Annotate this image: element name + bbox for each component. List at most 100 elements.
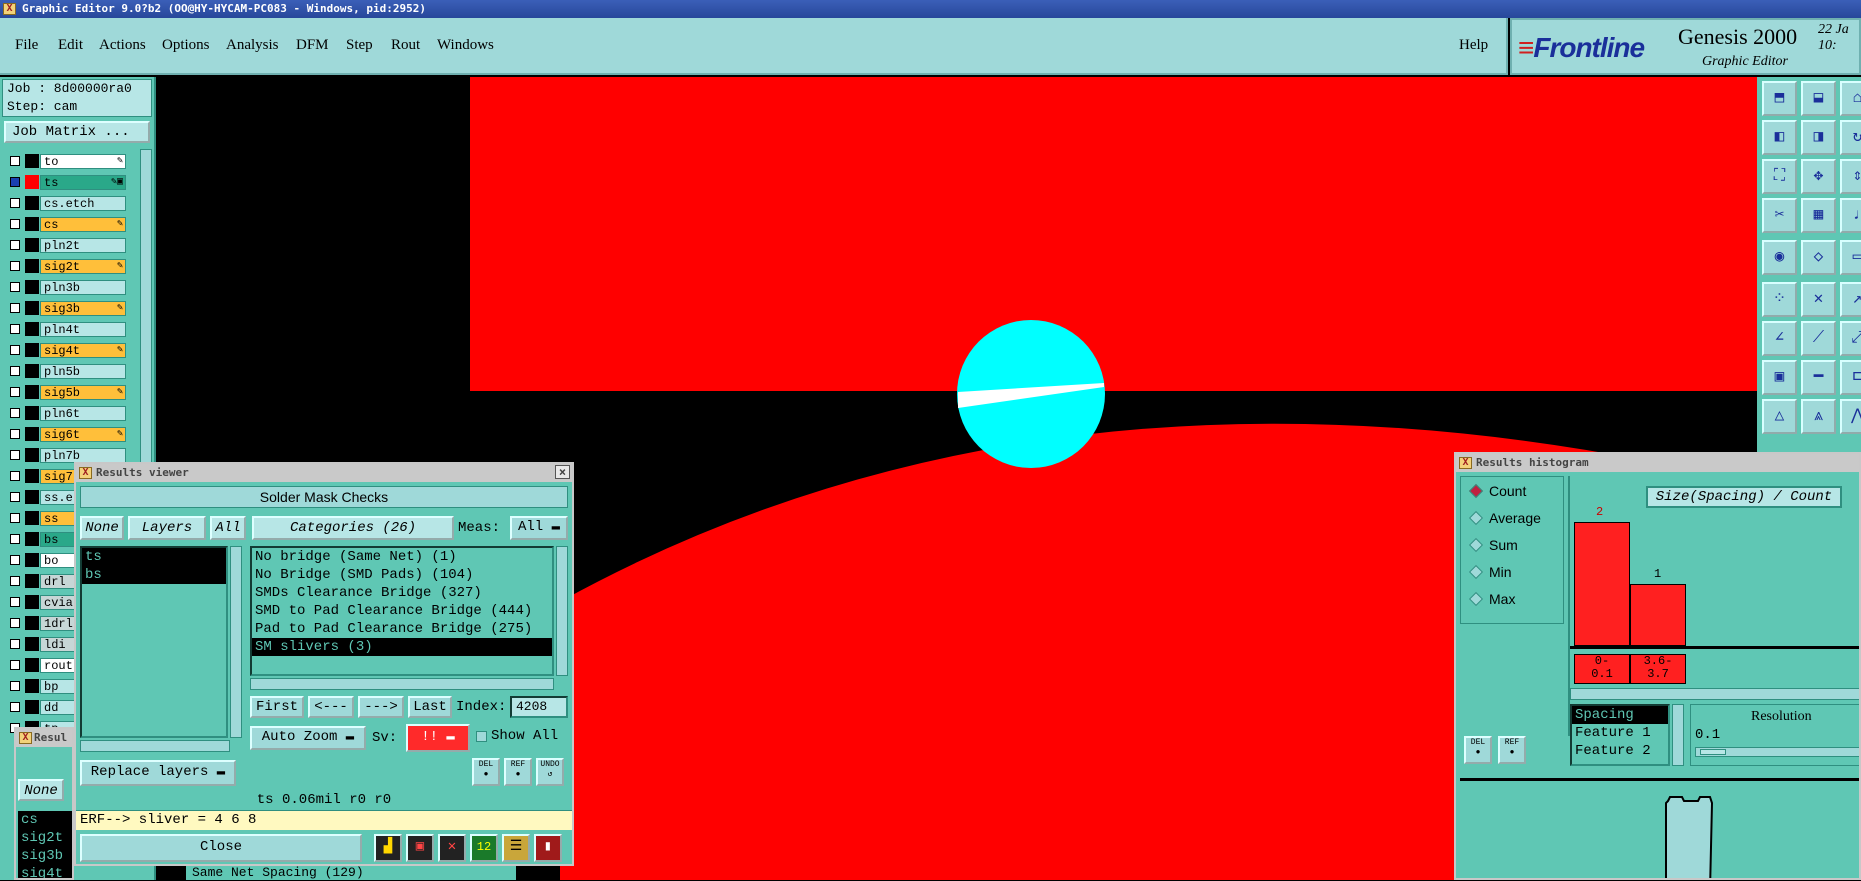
first-button[interactable]: First: [250, 696, 304, 718]
resolution-slider[interactable]: [1695, 747, 1859, 757]
tool-icon-27[interactable]: ⋀: [1840, 399, 1861, 434]
small-results-list: cs sig2t sig3b sig4t: [18, 811, 72, 878]
small-results-window: X Resul None cs sig2t sig3b sig4t: [14, 727, 74, 880]
categories-button[interactable]: Categories (26): [252, 516, 454, 540]
histogram-field-list: Spacing Feature 1 Feature 2: [1570, 704, 1670, 766]
close-button[interactable]: Close: [80, 834, 362, 862]
tool-icon-18[interactable]: ↗: [1840, 282, 1861, 317]
numbered-icon[interactable]: 12: [470, 834, 498, 862]
close-icon[interactable]: ×: [555, 465, 570, 479]
mode-average-radio[interactable]: Average: [1468, 510, 1541, 526]
meas-label: Meas:: [458, 520, 501, 536]
tool-icon-25[interactable]: △: [1762, 399, 1797, 434]
tool-icon-10[interactable]: ✂: [1762, 198, 1797, 233]
tool-icon-22[interactable]: ▣: [1762, 360, 1797, 395]
histogram-chart: Size(Spacing) / Count 2 1 0- 0.1 3.6- 3.7: [1568, 476, 1859, 736]
clear-icon[interactable]: ✕: [438, 834, 466, 862]
replace-layers-dropdown[interactable]: Replace layers ▬: [80, 760, 236, 786]
tool-icon-3[interactable]: ⌂: [1840, 81, 1861, 116]
feature-preview: [1460, 778, 1859, 878]
mode-min-radio[interactable]: Min: [1468, 564, 1512, 580]
tool-icon-5[interactable]: ◨: [1801, 120, 1836, 155]
undo-icon[interactable]: UNDO ↺: [536, 758, 564, 786]
auto-zoom-dropdown[interactable]: Auto Zoom ▬: [250, 726, 366, 750]
tool-icon-2[interactable]: ⬓: [1801, 81, 1836, 116]
category-list: No bridge (Same Net) (1) No Bridge (SMD P…: [250, 546, 554, 676]
tool-icon-20[interactable]: ⟋: [1801, 321, 1836, 356]
window-icon[interactable]: X: [1459, 457, 1472, 469]
check-set-heading: Solder Mask Checks: [80, 486, 568, 508]
list-item[interactable]: Spacing: [1572, 706, 1668, 724]
mode-sum-radio[interactable]: Sum: [1468, 537, 1518, 553]
grid-icon[interactable]: ▦: [1801, 198, 1836, 233]
histogram-bar[interactable]: [1630, 584, 1686, 646]
chart-hscrollbar[interactable]: [1570, 688, 1859, 700]
tool-icon-12[interactable]: ♩: [1840, 198, 1861, 233]
list-item[interactable]: sig3b: [18, 847, 72, 865]
tool-icon-16[interactable]: ⁘: [1762, 282, 1797, 317]
category-list-scrollbar[interactable]: [556, 546, 568, 676]
index-input[interactable]: 4208: [510, 696, 568, 718]
tool-icon-19[interactable]: ∠: [1762, 321, 1797, 356]
tool-icon-4[interactable]: ◧: [1762, 120, 1797, 155]
mode-max-radio[interactable]: Max: [1468, 591, 1515, 607]
layer-list-hscrollbar[interactable]: [80, 740, 230, 752]
refresh-icon[interactable]: REF ●: [504, 758, 532, 786]
next-button[interactable]: --->: [358, 696, 404, 718]
none-button[interactable]: None: [80, 516, 124, 540]
tool-icon-14[interactable]: ◇: [1801, 240, 1836, 275]
tool-icon-26[interactable]: ⩓: [1801, 399, 1836, 434]
list-item[interactable]: ts: [82, 548, 226, 566]
list-item[interactable]: cs: [18, 811, 72, 829]
layers-button[interactable]: Layers: [128, 516, 206, 540]
window-icon[interactable]: X: [19, 732, 32, 744]
window-icon[interactable]: X: [79, 467, 92, 479]
notes-icon[interactable]: ☰: [502, 834, 530, 862]
tool-icon-6[interactable]: ↻: [1840, 120, 1861, 155]
category-item[interactable]: SMD to Pad Clearance Bridge (444): [252, 602, 552, 620]
tool-icon-15[interactable]: ▭: [1840, 240, 1861, 275]
delete-icon[interactable]: DEL ●: [472, 758, 500, 786]
histogram-title-bar: X Results histogram: [1456, 454, 1859, 472]
field-list-scrollbar[interactable]: [1672, 704, 1684, 766]
small-none-button[interactable]: None: [18, 779, 64, 801]
tool-icon-21[interactable]: ⤢: [1840, 321, 1861, 356]
category-item[interactable]: No bridge (Same Net) (1): [252, 548, 552, 566]
list-item[interactable]: Feature 2: [1572, 742, 1668, 760]
tool-icon-7[interactable]: ⛶: [1762, 159, 1797, 194]
report-icon[interactable]: ▣: [406, 834, 434, 862]
tool-icon-23[interactable]: ━: [1801, 360, 1836, 395]
meas-dropdown[interactable]: All ▬: [510, 516, 568, 540]
severity-dropdown[interactable]: !! ▬: [406, 724, 470, 752]
list-item[interactable]: sig4t: [18, 865, 72, 878]
tool-icon-24[interactable]: ⊏: [1840, 360, 1861, 395]
background-category-item: Same Net Spacing (129): [186, 864, 516, 880]
chart-baseline: [1570, 646, 1859, 649]
list-item[interactable]: sig2t: [18, 829, 72, 847]
category-item[interactable]: SMDs Clearance Bridge (327): [252, 584, 552, 602]
tool-icon-9[interactable]: ⇕: [1840, 159, 1861, 194]
category-item[interactable]: No Bridge (SMD Pads) (104): [252, 566, 552, 584]
delete-icon[interactable]: DEL ●: [1464, 736, 1492, 764]
tool-icon-13[interactable]: ◉: [1762, 240, 1797, 275]
histogram-bar[interactable]: [1574, 522, 1630, 646]
highlight-icon[interactable]: ▟: [374, 834, 402, 862]
prev-button[interactable]: <---: [308, 696, 354, 718]
layer-results-list: ts bs: [80, 546, 228, 738]
last-button[interactable]: Last: [408, 696, 452, 718]
mode-count-radio[interactable]: Count: [1468, 483, 1526, 499]
category-item[interactable]: SM slivers (3): [252, 638, 552, 656]
resolution-slider-handle[interactable]: [1700, 749, 1726, 755]
list-item[interactable]: bs: [82, 566, 226, 584]
list-item[interactable]: Feature 1: [1572, 724, 1668, 742]
tool-icon-8[interactable]: ✥: [1801, 159, 1836, 194]
show-all-checkbox[interactable]: [476, 731, 487, 742]
histogram-icon[interactable]: ▮: [534, 834, 562, 862]
all-button[interactable]: All: [210, 516, 246, 540]
layer-list-scrollbar[interactable]: [230, 546, 242, 738]
refresh-icon[interactable]: REF ●: [1498, 736, 1526, 764]
tool-icon-17[interactable]: ✕: [1801, 282, 1836, 317]
tool-icon-1[interactable]: ⬒: [1762, 81, 1797, 116]
category-list-hscrollbar[interactable]: [250, 678, 554, 690]
category-item[interactable]: Pad to Pad Clearance Bridge (275): [252, 620, 552, 638]
